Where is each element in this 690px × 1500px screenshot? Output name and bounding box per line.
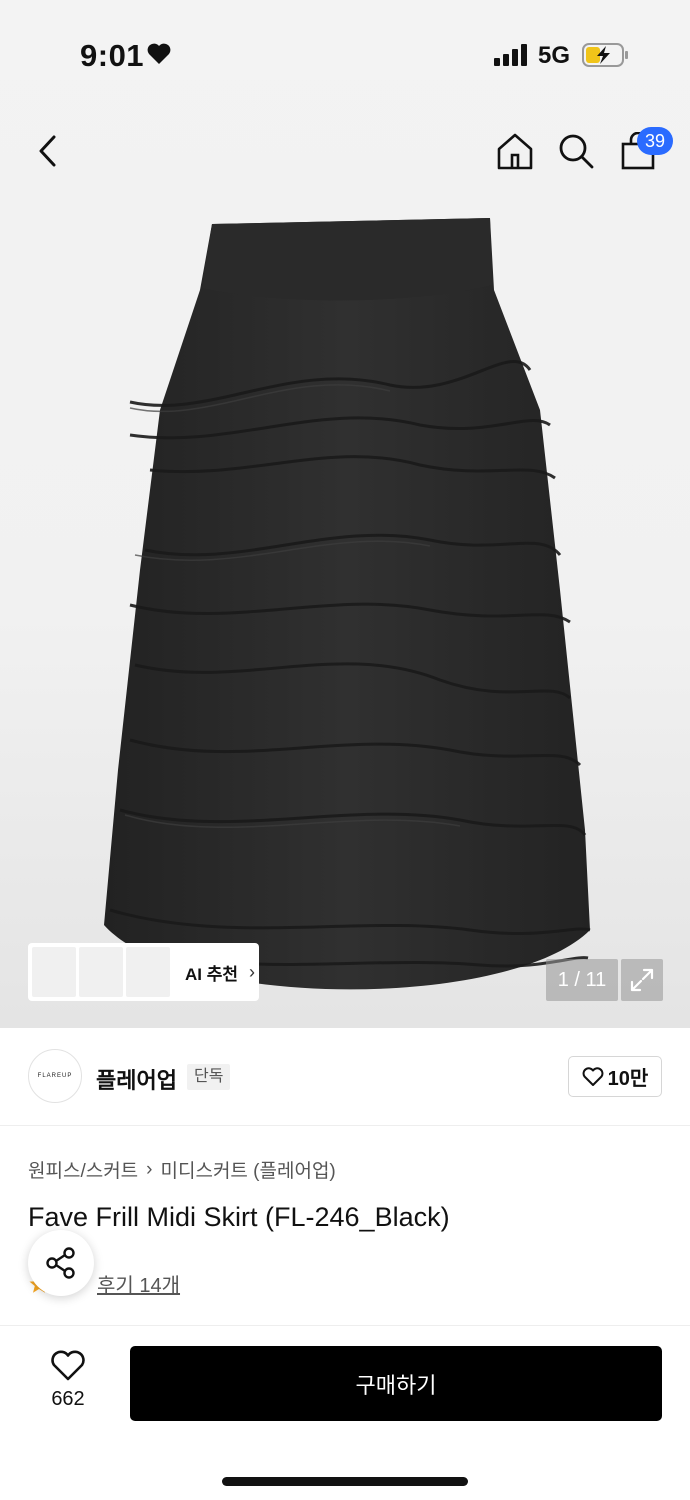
heart-icon [146, 42, 172, 71]
breadcrumb-separator-icon: › [146, 1158, 153, 1180]
top-navigation [0, 125, 690, 185]
share-icon [46, 1247, 75, 1279]
brand-name[interactable]: 플레어업 [96, 1063, 177, 1095]
back-button[interactable] [22, 125, 74, 177]
status-time: 9:01 [80, 38, 145, 73]
product-title: Fave Frill Midi Skirt (FL-246_Black) [28, 1202, 450, 1232]
home-indicator [222, 1477, 468, 1486]
expand-icon [630, 968, 654, 992]
status-bar: 9:01 5G [0, 0, 690, 110]
search-button[interactable] [550, 125, 602, 177]
share-button[interactable] [28, 1230, 94, 1296]
battery-icon [582, 42, 630, 73]
bottom-action-bar: 662 구매하기 [0, 1325, 690, 1500]
breadcrumb: 원피스/스커트 › 미디스커트 (플레어업) [28, 1156, 336, 1183]
ai-thumbnail[interactable] [32, 947, 76, 997]
brand-row: FLAREUP 플레어업 단독 10만 [0, 1028, 690, 1126]
cart-count-badge: 39 [637, 127, 673, 155]
heart-outline-icon [51, 1350, 85, 1381]
ai-thumbnail[interactable] [79, 947, 123, 997]
buy-button[interactable]: 구매하기 [130, 1346, 662, 1421]
wishlist-count: 662 [51, 1388, 85, 1410]
brand-like-count: 10만 [607, 1068, 649, 1090]
chevron-right-icon: › [249, 961, 256, 982]
signal-icon [494, 44, 527, 66]
back-chevron-icon [39, 135, 56, 167]
wishlist-button[interactable]: 662 [34, 1350, 102, 1422]
ai-thumbnail[interactable] [126, 947, 170, 997]
brand-logo[interactable]: FLAREUP [28, 1049, 82, 1103]
product-image[interactable] [90, 210, 600, 1020]
ai-recommend-card[interactable]: AI 추천 › [28, 943, 259, 1001]
image-page-counter: 1 / 11 [546, 959, 618, 1001]
product-gallery[interactable]: 9:01 5G 39 AI 추천 › 1 / 11 [0, 0, 690, 1028]
home-button[interactable] [489, 125, 541, 177]
exclusive-badge: 단독 [187, 1064, 231, 1090]
home-icon [497, 133, 533, 170]
network-label: 5G [538, 42, 571, 69]
breadcrumb-item[interactable]: 미디스커트 (플레어업) [161, 1156, 336, 1183]
brand-like-button[interactable]: 10만 [568, 1056, 662, 1097]
breadcrumb-item[interactable]: 원피스/스커트 [28, 1156, 138, 1183]
expand-button[interactable] [621, 959, 663, 1001]
search-icon [559, 134, 594, 169]
ai-recommend-label: AI 추천 [185, 964, 239, 984]
heart-outline-icon [582, 1066, 604, 1086]
review-link[interactable]: 후기 14개 [97, 1269, 180, 1298]
